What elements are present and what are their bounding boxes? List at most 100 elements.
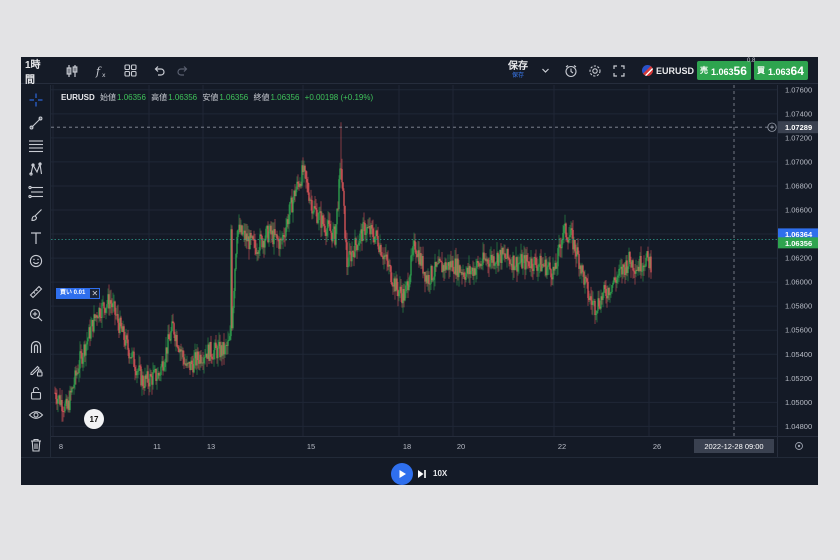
candle-body — [498, 254, 500, 266]
candle-body — [106, 304, 108, 308]
candle-body — [114, 301, 116, 315]
candle-body — [585, 276, 587, 279]
candle-body — [366, 227, 368, 234]
candle-body — [315, 207, 317, 210]
candle-body — [372, 228, 374, 238]
candle-body — [377, 235, 379, 247]
candle-body — [233, 290, 235, 308]
save-button[interactable]: 保存 保存 — [505, 57, 531, 84]
candle-body — [176, 335, 178, 347]
candle-body — [228, 339, 230, 341]
trend-line-icon[interactable] — [24, 113, 48, 133]
candle-body — [390, 266, 392, 282]
candle-body — [483, 252, 485, 260]
trash-icon[interactable] — [24, 435, 48, 455]
candle-body — [537, 266, 539, 271]
candle-body — [559, 244, 561, 248]
parallel-lines-icon[interactable] — [24, 136, 48, 156]
undo-icon[interactable] — [149, 57, 169, 84]
replay-controls: 10X — [21, 457, 818, 485]
price-chart[interactable]: 1.07600 1.07400 1.07200 1.07000 1.06800 1.066… — [51, 85, 818, 457]
lock-pencil-icon[interactable] — [24, 360, 48, 380]
candle-body — [568, 237, 570, 243]
price-tick-label: 1.07000 — [785, 157, 812, 166]
indicators-fx-icon[interactable]: fx — [91, 57, 113, 84]
time-tick-label: 13 — [207, 442, 215, 451]
chevron-down-icon[interactable] — [537, 57, 553, 84]
speed-selector[interactable]: 10X — [433, 469, 447, 478]
candle-body — [507, 248, 509, 259]
candle-body — [64, 403, 66, 412]
candle-body — [80, 351, 82, 353]
candle-body — [614, 277, 616, 281]
candle-body — [147, 371, 149, 383]
chart-canvas[interactable]: 1.07600 1.07400 1.07200 1.07000 1.06800 1.066… — [51, 85, 818, 457]
magnet-icon[interactable] — [24, 337, 48, 357]
candle-body — [542, 264, 544, 266]
settings-gear-icon[interactable] — [585, 57, 605, 84]
candle-body — [57, 398, 59, 404]
buy-button[interactable]: 買 1.06364 — [754, 61, 808, 80]
candle-body — [289, 202, 291, 215]
candle-body — [502, 248, 504, 254]
candle-body — [569, 235, 571, 238]
candle-body — [611, 285, 613, 293]
candle-body — [650, 256, 652, 273]
step-forward-button[interactable] — [417, 467, 429, 481]
candle-body — [647, 251, 649, 258]
fib-icon[interactable] — [24, 182, 48, 202]
save-label: 保存 — [508, 61, 528, 72]
crosshair-icon[interactable] — [24, 90, 48, 110]
candle-body — [596, 310, 598, 314]
candle-body — [82, 357, 84, 364]
candle-body — [386, 254, 388, 261]
candle-body — [335, 224, 337, 245]
candle-body — [550, 269, 552, 278]
layout-grid-icon[interactable] — [119, 57, 141, 84]
candle-body — [292, 199, 294, 213]
symbol-selector[interactable]: EURUSD — [641, 57, 695, 84]
eye-icon[interactable] — [24, 405, 48, 425]
candle-body — [280, 238, 282, 240]
position-tag[interactable]: 買い 0.01 ✕ — [56, 288, 101, 299]
sell-price: 1.06356 — [711, 63, 747, 78]
candle-body — [99, 307, 101, 317]
price-tick-label: 1.05600 — [785, 326, 812, 335]
candle-body — [128, 349, 130, 359]
pattern-icon[interactable] — [24, 159, 48, 179]
unlock-icon[interactable] — [24, 383, 48, 403]
axis-settings-icon-dot — [797, 444, 801, 448]
legend-close: 1.06356 — [270, 93, 300, 102]
fullscreen-icon[interactable] — [609, 57, 629, 84]
candle-body — [446, 265, 448, 270]
emoji-icon[interactable] — [24, 251, 48, 271]
candle-body — [405, 285, 407, 292]
candle-body — [547, 265, 549, 267]
candles-icon[interactable] — [61, 57, 83, 84]
candle-body — [187, 363, 189, 365]
candle-body — [193, 358, 195, 373]
brush-icon[interactable] — [24, 205, 48, 225]
candle-body — [609, 292, 611, 296]
candle-body — [577, 247, 579, 255]
candle-body — [120, 317, 122, 327]
alert-clock-icon[interactable] — [561, 57, 581, 84]
text-icon[interactable] — [24, 228, 48, 248]
candle-body — [200, 354, 202, 364]
interval-selector[interactable]: 1時間 — [25, 57, 49, 86]
sell-button[interactable]: 売 1.06356 — [697, 61, 751, 80]
candle-body — [616, 277, 618, 283]
position-label: 買い 0.01 — [56, 288, 90, 299]
candle-body — [465, 272, 467, 280]
candle-body — [344, 205, 346, 239]
redo-icon[interactable] — [173, 57, 193, 84]
zoom-in-icon[interactable] — [24, 305, 48, 325]
ruler-icon[interactable] — [24, 282, 48, 302]
buy-price: 1.06364 — [768, 63, 804, 78]
play-button[interactable] — [391, 463, 413, 485]
candle-body — [268, 231, 270, 243]
candle-body — [210, 341, 212, 357]
time-tick-label: 15 — [307, 442, 315, 451]
close-position-button[interactable]: ✕ — [89, 288, 101, 299]
candle-body — [623, 264, 625, 268]
